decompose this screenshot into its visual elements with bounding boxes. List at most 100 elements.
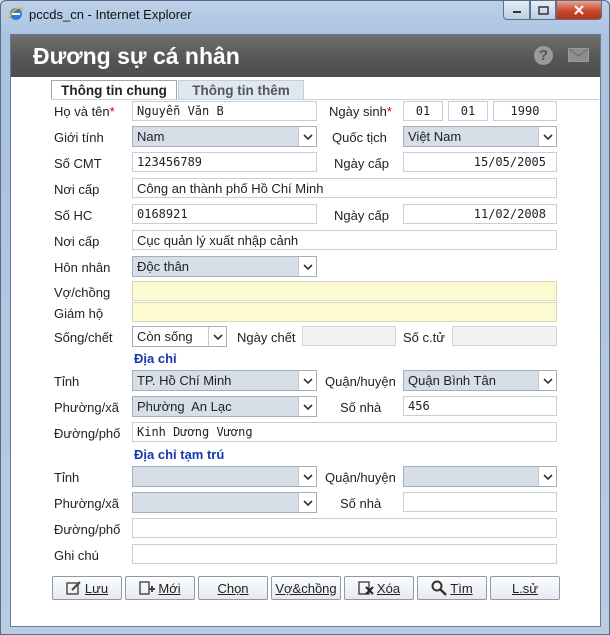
gioi-tinh-value: Nam: [137, 129, 165, 144]
label-ghi-chu: Ghi chú: [54, 548, 99, 563]
tinh-select[interactable]: TP. Hồ Chí Minh: [132, 370, 317, 391]
phuong-xa-value: Phường An Lạc: [137, 399, 232, 414]
search-button[interactable]: Tìm: [417, 576, 487, 600]
ngay-sinh-year-input[interactable]: 1990: [493, 101, 557, 121]
history-button[interactable]: L.sử: [490, 576, 560, 600]
close-icon: [574, 5, 584, 15]
ngay-sinh-month-input[interactable]: 01: [448, 101, 488, 121]
label-noi-cap-hc: Nơi cấp: [54, 234, 100, 249]
delete-button[interactable]: Xóa: [344, 576, 414, 600]
window-title: pccds_cn - Internet Explorer: [29, 7, 192, 22]
tab-divider: [51, 99, 599, 100]
save-button-label: Lưu: [84, 580, 109, 596]
spouse-button[interactable]: Vợ&chồng: [271, 576, 341, 600]
song-chet-select[interactable]: Còn sống: [132, 326, 227, 347]
section-dia-chi: Địa chỉ: [134, 351, 177, 366]
chevron-down-icon: [298, 493, 316, 512]
so-nha-input[interactable]: 456: [403, 396, 557, 416]
new-button[interactable]: Mới: [125, 576, 195, 600]
hon-nhan-value: Độc thân: [137, 259, 190, 274]
mail-icon[interactable]: [568, 48, 589, 62]
browser-window: pccds_cn - Internet Explorer Đương sự cá…: [0, 0, 610, 635]
chevron-down-icon: [538, 467, 556, 486]
quan-huyen-value: Quận Bình Tân: [408, 373, 496, 388]
dialog-header: Đương sự cá nhân ?: [11, 35, 600, 77]
label-so-nha: Số nhà: [340, 400, 382, 415]
tinh-value: TP. Hồ Chí Minh: [137, 373, 232, 388]
so-ctu-input[interactable]: [452, 326, 557, 346]
ghi-chu-input[interactable]: [132, 544, 557, 564]
search-icon: [431, 580, 448, 596]
quoc-tich-value: Việt Nam: [408, 129, 462, 144]
giam-ho-input[interactable]: [132, 302, 557, 322]
section-dia-chi-tam-tru: Địa chỉ tạm trú: [134, 447, 225, 462]
select-button-label: Chọn: [217, 580, 249, 596]
chevron-down-icon: [538, 127, 556, 146]
help-icon[interactable]: ?: [534, 46, 553, 65]
label-so-hc: Số HC: [54, 208, 93, 223]
label-ho-ten: Họ và tên*: [54, 104, 115, 119]
label-so-nha-tam-tru: Số nhà: [340, 496, 382, 511]
noi-cap-hc-input[interactable]: Cục quản lý xuất nhập cảnh: [132, 230, 557, 250]
tab-thong-tin-chung[interactable]: Thông tin chung: [51, 80, 177, 100]
label-quoc-tich: Quốc tịch: [332, 130, 387, 145]
label-tinh-tam-tru: Tỉnh: [54, 470, 80, 485]
save-button[interactable]: Lưu: [52, 576, 122, 600]
quan-huyen-select[interactable]: Quận Bình Tân: [403, 370, 557, 391]
edit-icon: [66, 581, 81, 595]
so-cmt-input[interactable]: 123456789: [132, 152, 317, 172]
tinh-tam-tru-select[interactable]: [132, 466, 317, 487]
phuong-xa-select[interactable]: Phường An Lạc: [132, 396, 317, 417]
chevron-down-icon: [208, 327, 226, 346]
title-bar: pccds_cn - Internet Explorer: [1, 1, 609, 27]
label-giam-ho: Giám hộ: [54, 306, 104, 321]
minimize-button[interactable]: [503, 1, 530, 20]
label-quan-huyen: Quận/huyện: [325, 374, 396, 389]
chevron-down-icon: [298, 257, 316, 276]
maximize-button[interactable]: [530, 1, 556, 20]
select-button[interactable]: Chọn: [198, 576, 268, 600]
ho-ten-input[interactable]: Nguyễn Văn B: [132, 101, 317, 121]
label-noi-cap: Nơi cấp: [54, 182, 100, 197]
label-song-chet: Sống/chết: [54, 330, 113, 345]
chevron-down-icon: [298, 467, 316, 486]
label-gioi-tinh: Giới tính: [54, 130, 104, 145]
label-quan-huyen-tam-tru: Quận/huyện: [325, 470, 396, 485]
chevron-down-icon: [298, 371, 316, 390]
add-icon: [139, 581, 156, 595]
ngay-cap-hc-input[interactable]: 11/02/2008: [403, 204, 557, 224]
label-duong-pho-tam-tru: Đường/phố: [54, 522, 121, 537]
duong-pho-tam-tru-input[interactable]: [132, 518, 557, 538]
page-title: Đương sự cá nhân: [33, 43, 240, 69]
gioi-tinh-select[interactable]: Nam: [132, 126, 317, 147]
ngay-chet-input[interactable]: [302, 326, 396, 346]
label-so-cmt: Số CMT: [54, 156, 102, 171]
label-ngay-cap: Ngày cấp: [334, 156, 389, 171]
spouse-button-label: Vợ&chồng: [275, 580, 337, 596]
ngay-cap-input[interactable]: 15/05/2005: [403, 152, 557, 172]
delete-icon: [358, 581, 374, 595]
label-phuong-xa-tam-tru: Phường/xã: [54, 496, 119, 511]
chevron-down-icon: [538, 371, 556, 390]
close-button[interactable]: [556, 1, 602, 20]
vo-chong-input[interactable]: [132, 281, 557, 301]
ngay-sinh-day-input[interactable]: 01: [403, 101, 443, 121]
quan-huyen-tam-tru-select[interactable]: [403, 466, 557, 487]
chevron-down-icon: [298, 127, 316, 146]
delete-button-label: Xóa: [376, 580, 401, 596]
label-ngay-sinh: Ngày sinh*: [329, 104, 392, 119]
minimize-icon: [512, 11, 521, 13]
new-button-label: Mới: [158, 580, 181, 596]
so-hc-input[interactable]: 0168921: [132, 204, 317, 224]
noi-cap-input[interactable]: Công an thành phố Hồ Chí Minh: [132, 178, 557, 198]
label-ngay-chet: Ngày chết: [237, 330, 296, 345]
label-vo-chong: Vợ/chồng: [54, 285, 111, 300]
hon-nhan-select[interactable]: Độc thân: [132, 256, 317, 277]
history-button-label: L.sử: [511, 580, 539, 596]
label-ngay-cap-hc: Ngày cấp: [334, 208, 389, 223]
duong-pho-input[interactable]: Kinh Dương Vương: [132, 422, 557, 442]
so-nha-tam-tru-input[interactable]: [403, 492, 557, 512]
quoc-tich-select[interactable]: Việt Nam: [403, 126, 557, 147]
phuong-xa-tam-tru-select[interactable]: [132, 492, 317, 513]
tab-thong-tin-them[interactable]: Thông tin thêm: [178, 80, 304, 100]
